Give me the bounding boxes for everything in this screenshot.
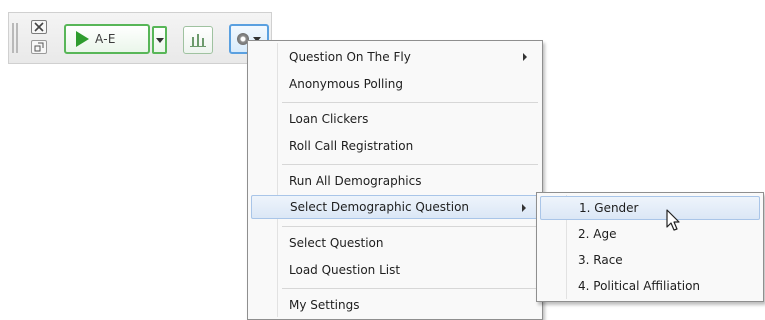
menu-item-label: My Settings [289, 298, 360, 312]
submenu-item-label: 3. Race [578, 253, 623, 267]
menu-item-label: Select Question [289, 236, 384, 250]
menu-item-label: Question On The Fly [289, 50, 411, 64]
submenu-item-political-affiliation[interactable]: 4. Political Affiliation [540, 274, 760, 298]
menu-item-run-all-demographics[interactable]: Run All Demographics [251, 169, 539, 193]
menu-item-label: Select Demographic Question [290, 200, 470, 214]
menu-item-roll-call-registration[interactable]: Roll Call Registration [251, 134, 539, 158]
start-polling-button[interactable]: A-E [64, 24, 150, 54]
menu-separator [282, 288, 538, 289]
close-icon[interactable] [31, 20, 47, 34]
submenu-item-age[interactable]: 2. Age [540, 222, 760, 246]
bar-chart-icon [190, 34, 206, 47]
submenu-item-label: 1. Gender [579, 201, 639, 215]
submenu-arrow-icon [523, 53, 527, 61]
answer-range-dropdown[interactable] [152, 26, 167, 54]
menu-separator [282, 102, 538, 103]
menu-item-label: Loan Clickers [289, 112, 369, 126]
submenu-item-label: 2. Age [578, 227, 617, 241]
submenu-item-label: 4. Political Affiliation [578, 279, 701, 293]
play-icon [76, 31, 89, 47]
menu-item-label: Load Question List [289, 263, 401, 277]
show-results-button[interactable] [183, 26, 213, 54]
menu-separator [282, 164, 538, 165]
dock-icon[interactable] [31, 40, 47, 54]
start-polling-label: A-E [95, 32, 116, 46]
menu-item-my-settings[interactable]: My Settings [251, 293, 539, 317]
mouse-cursor-icon [666, 209, 680, 231]
menu-item-select-question[interactable]: Select Question [251, 231, 539, 255]
submenu-item-gender[interactable]: 1. Gender [540, 196, 760, 220]
chevron-down-icon [155, 37, 164, 43]
menu-item-loan-clickers[interactable]: Loan Clickers [251, 107, 539, 131]
menu-item-label: Anonymous Polling [289, 77, 403, 91]
menu-item-select-demographic-question[interactable]: Select Demographic Question [251, 195, 539, 219]
menu-item-label: Roll Call Registration [289, 139, 414, 153]
submenu-arrow-icon [522, 204, 526, 212]
polling-toolbar: A-E [8, 12, 272, 64]
menu-separator [282, 226, 538, 227]
submenu-item-race[interactable]: 3. Race [540, 248, 760, 272]
menu-item-load-question-list[interactable]: Load Question List [251, 258, 539, 282]
menu-item-anonymous-polling[interactable]: Anonymous Polling [251, 72, 539, 96]
options-menu: Question On The Fly Anonymous Polling Lo… [247, 40, 543, 320]
menu-item-label: Run All Demographics [289, 174, 422, 188]
toolbar-grip[interactable] [12, 23, 20, 53]
menu-item-question-on-the-fly[interactable]: Question On The Fly [251, 45, 539, 69]
demographic-question-submenu: 1. Gender 2. Age 3. Race 4. Political Af… [536, 192, 764, 302]
